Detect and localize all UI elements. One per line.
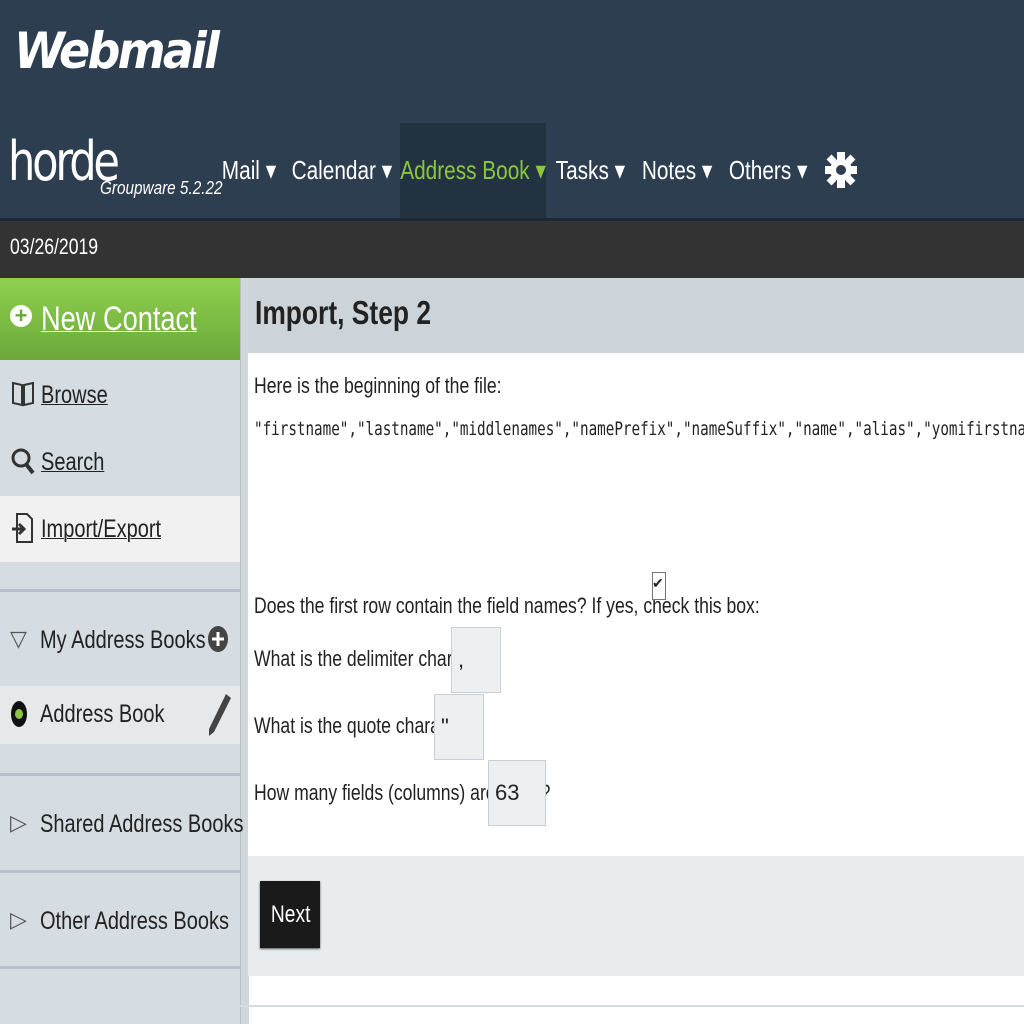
search-icon [11,448,35,475]
section-my-address-books[interactable]: ▽ My Address Books [0,600,240,680]
sidebar-divider [0,773,240,776]
next-button[interactable]: Next [260,881,320,948]
sidebar-divider [0,966,240,969]
pencil-icon[interactable] [206,692,232,738]
quote-input[interactable] [434,694,484,760]
nav-tasks[interactable]: Tasks ▾ [552,123,628,218]
plus-icon: + [10,305,32,327]
horde-version: Groupware 5.2.22 [100,178,223,198]
field-count-input[interactable] [488,760,546,826]
active-book-indicator-icon [11,701,27,727]
section-label: Shared Address Books [40,810,244,838]
next-button-label: Next [270,900,311,928]
sidebar-item-label: Search [41,448,105,476]
sidebar-item-label: Import/Export [41,515,162,543]
sidebar-divider [0,870,240,873]
sidebar-divider [0,589,240,592]
webmail-app: Webmail horde Groupware 5.2.22 Mail ▾ Ca… [0,0,1024,1024]
current-date: 03/26/2019 [10,234,99,259]
file-preview-text: "firstname","lastname","middlenames","na… [254,418,1024,440]
header-row-question: Does the first row contain the field nam… [254,593,760,618]
sidebar-item-browse[interactable]: Browse [0,362,240,428]
header-row-checkbox[interactable] [652,572,666,600]
section-label: My Address Books [40,626,206,654]
add-address-book-icon[interactable] [208,626,228,652]
page-title: Import, Step 2 [255,294,432,331]
collapse-triangle-icon: ▽ [10,626,27,651]
import-export-icon [12,513,33,543]
expand-triangle-icon: ▷ [10,810,27,835]
file-intro-text: Here is the beginning of the file: [254,373,502,398]
gear-icon[interactable] [822,144,860,196]
address-book-row[interactable]: Address Book [0,686,240,744]
delimiter-input[interactable] [451,627,501,693]
nav-notes[interactable]: Notes ▾ [638,123,716,218]
address-book-label: Address Book [40,700,165,728]
sidebar-item-label: Browse [41,381,108,409]
nav-address-book[interactable]: Address Book ▾ [400,123,546,218]
new-contact-label: New Contact [41,300,197,338]
section-shared-address-books[interactable]: ▷ Shared Address Books [0,790,244,860]
new-contact-button[interactable]: + New Contact [0,278,240,360]
expand-triangle-icon: ▷ [10,907,27,932]
book-icon [12,381,34,407]
nav-mail[interactable]: Mail ▾ [218,123,280,218]
date-bar [0,221,1024,278]
bottom-border [0,1005,1024,1007]
nav-others[interactable]: Others ▾ [726,123,810,218]
form-actions-bar [248,856,1024,976]
webmail-logo: Webmail [14,22,220,80]
sidebar-item-search[interactable]: Search [0,429,240,495]
section-label: Other Address Books [40,907,229,935]
sidebar-item-import-export[interactable]: Import/Export [0,496,240,562]
section-other-address-books[interactable]: ▷ Other Address Books [0,885,240,955]
nav-calendar[interactable]: Calendar ▾ [290,123,394,218]
